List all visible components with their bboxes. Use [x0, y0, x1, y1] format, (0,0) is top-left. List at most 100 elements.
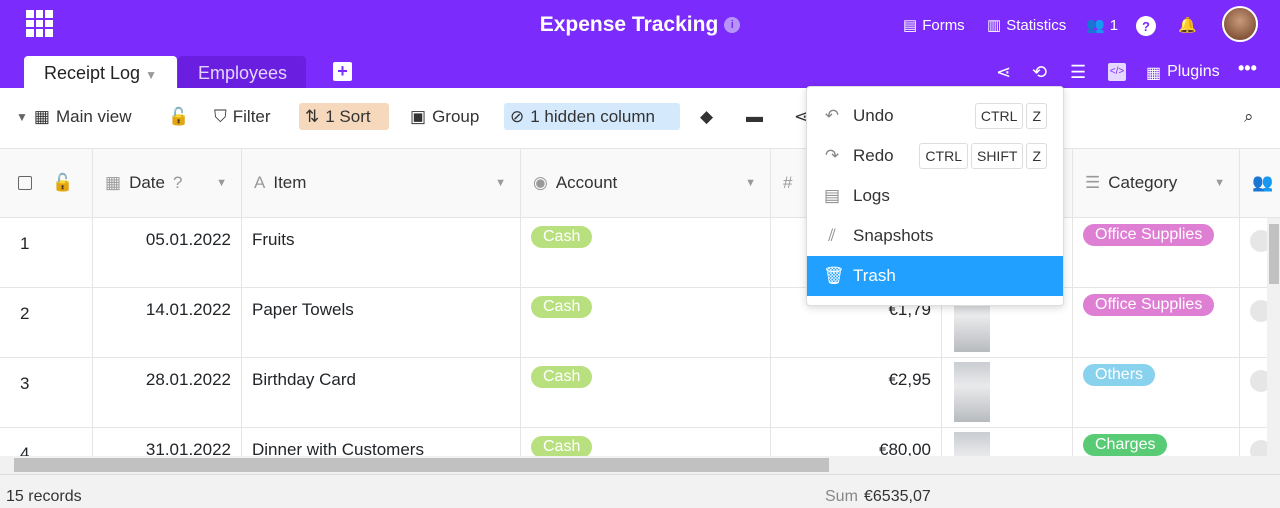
- chevron-down-icon[interactable]: ▼: [495, 177, 506, 189]
- menu-item-undo[interactable]: ↶ Undo CTRL Z: [807, 96, 1063, 136]
- search-icon[interactable]: ⌕: [1238, 103, 1260, 130]
- column-category[interactable]: ☰ Category ▼: [1073, 149, 1240, 217]
- text-icon: A: [254, 173, 266, 192]
- more-icon[interactable]: •••: [1238, 58, 1257, 79]
- date-cell[interactable]: 28.01.2022: [93, 358, 242, 427]
- hidden-columns-button[interactable]: ⊘ 1 hidden column: [504, 103, 680, 130]
- chevron-down-icon[interactable]: ▼: [216, 177, 227, 189]
- account-cell[interactable]: Cash: [521, 358, 771, 427]
- column-label: Category: [1108, 173, 1178, 192]
- select-all-checkbox[interactable]: [18, 176, 32, 190]
- forms-label: Forms: [922, 16, 965, 34]
- add-table-button[interactable]: +: [333, 62, 352, 81]
- title-text: Expense Tracking: [539, 13, 719, 36]
- share-icon[interactable]: ⋖: [996, 62, 1011, 83]
- group-label: Group: [432, 106, 480, 126]
- category-cell[interactable]: Office Supplies: [1073, 288, 1240, 357]
- item-cell[interactable]: Paper Towels: [242, 288, 521, 357]
- column-employee[interactable]: 👥: [1240, 149, 1280, 217]
- history-icon[interactable]: ⟲: [1032, 62, 1047, 83]
- menu-label: Logs: [853, 186, 890, 205]
- account-cell[interactable]: Cash: [521, 218, 771, 287]
- receipt-cell[interactable]: [942, 358, 1073, 427]
- receipt-thumbnail[interactable]: [954, 362, 990, 422]
- code-icon[interactable]: </>: [1108, 63, 1126, 81]
- plugins-button[interactable]: ▦ Plugins: [1146, 63, 1220, 83]
- logs-icon: ▤: [823, 186, 841, 205]
- column-label: Date: [129, 173, 165, 192]
- snapshots-icon: ⫽: [828, 226, 836, 245]
- paint-bucket-icon[interactable]: ◆: [694, 103, 719, 130]
- item-cell[interactable]: Birthday Card: [242, 358, 521, 427]
- row-number: 2: [0, 288, 93, 357]
- lock-icon[interactable]: 🔓: [162, 103, 195, 130]
- key: Z: [1026, 143, 1047, 169]
- row-height-icon[interactable]: ▬: [740, 103, 769, 130]
- menu-item-redo[interactable]: ↷ Redo CTRL SHIFT Z: [807, 136, 1063, 176]
- table-row[interactable]: 3 28.01.2022 Birthday Card Cash €2,95 Ot…: [0, 358, 1280, 428]
- category-pill: Office Supplies: [1083, 294, 1215, 316]
- statistics-button[interactable]: ▥ Statistics: [987, 16, 1067, 35]
- number-icon: #: [783, 173, 793, 192]
- scrollbar-thumb[interactable]: [14, 458, 829, 472]
- plugins-icon: ▦: [1146, 65, 1162, 82]
- filter-icon: ⛉: [214, 106, 227, 126]
- trash-icon: 🗑: [823, 266, 845, 285]
- amount-cell[interactable]: €2,95: [771, 358, 942, 427]
- menu-item-snapshots[interactable]: ⫽ Snapshots: [807, 216, 1063, 256]
- tab-employees[interactable]: Employees: [178, 56, 306, 88]
- table-row[interactable]: 1 05.01.2022 Fruits Cash Office Supplies: [0, 218, 1280, 288]
- column-label: Account: [555, 173, 618, 192]
- undo-icon: ↶: [824, 106, 840, 125]
- chevron-down-icon[interactable]: ▼: [1214, 177, 1225, 189]
- sort-button[interactable]: ⇅ 1 Sort: [299, 103, 389, 130]
- hidden-label: 1 hidden column: [530, 106, 656, 126]
- group-button[interactable]: ▣ Group: [404, 103, 485, 130]
- column-date[interactable]: ▦ Date? ▼: [93, 149, 242, 217]
- table-header: 🔓 ▦ Date? ▼ A Item ▼ ◉ Account ▼ # ☰ Category ▼ …: [0, 148, 1280, 218]
- item-cell[interactable]: Fruits: [242, 218, 521, 287]
- menu-label: Snapshots: [853, 226, 934, 245]
- user-avatar[interactable]: [1222, 6, 1258, 42]
- statistics-label: Statistics: [1006, 16, 1067, 34]
- date-cell[interactable]: 14.01.2022: [93, 288, 242, 357]
- lock-icon[interactable]: 🔓: [52, 173, 73, 193]
- chevron-down-icon: ▼: [16, 109, 28, 124]
- horizontal-scrollbar[interactable]: [0, 456, 1280, 474]
- menu-item-trash[interactable]: 🗑 Trash: [807, 256, 1063, 296]
- sort-icon: ⇅: [305, 106, 320, 126]
- key: CTRL: [919, 143, 968, 169]
- column-account[interactable]: ◉ Account ▼: [521, 149, 771, 217]
- table-row[interactable]: 2 14.01.2022 Paper Towels Cash €1,79 Off…: [0, 288, 1280, 358]
- scrollbar-thumb[interactable]: [1269, 224, 1279, 284]
- category-cell[interactable]: Others: [1073, 358, 1240, 427]
- help-icon[interactable]: ?: [173, 173, 182, 193]
- main-view-button[interactable]: ▼ ▦ Main view: [10, 103, 138, 130]
- footer: 15 records Sum €6535,07: [0, 474, 1280, 508]
- tab-receipt-log[interactable]: Receipt Log ▼: [24, 56, 177, 88]
- category-cell[interactable]: Office Supplies: [1073, 218, 1240, 287]
- info-icon[interactable]: i: [724, 17, 741, 33]
- eye-slash-icon: ⊘: [510, 106, 525, 126]
- vertical-scrollbar[interactable]: [1267, 218, 1280, 456]
- bell-icon[interactable]: 🔔: [1178, 16, 1197, 34]
- column-label: Item: [273, 173, 307, 192]
- forms-button[interactable]: ▤ Forms: [903, 16, 965, 35]
- group-icon: ▣: [410, 106, 427, 126]
- key: Z: [1026, 103, 1047, 129]
- sort-label: 1 Sort: [325, 106, 371, 126]
- collaborators-button[interactable]: 👥 1: [1086, 16, 1118, 35]
- row-number: 3: [0, 358, 93, 427]
- filter-button[interactable]: ⛉ Filter: [208, 103, 277, 130]
- date-cell[interactable]: 05.01.2022: [93, 218, 242, 287]
- help-icon[interactable]: ?: [1136, 16, 1156, 36]
- account-cell[interactable]: Cash: [521, 288, 771, 357]
- forms-icon: ▤: [903, 17, 918, 34]
- column-item[interactable]: A Item ▼: [242, 149, 521, 217]
- settings-sliders-icon[interactable]: ☰: [1070, 62, 1086, 83]
- select-column: 🔓: [0, 149, 93, 217]
- chevron-down-icon[interactable]: ▼: [145, 68, 157, 82]
- menu-item-logs[interactable]: ▤ Logs: [807, 176, 1063, 216]
- chevron-down-icon[interactable]: ▼: [745, 177, 756, 189]
- tab-label: Employees: [198, 63, 288, 83]
